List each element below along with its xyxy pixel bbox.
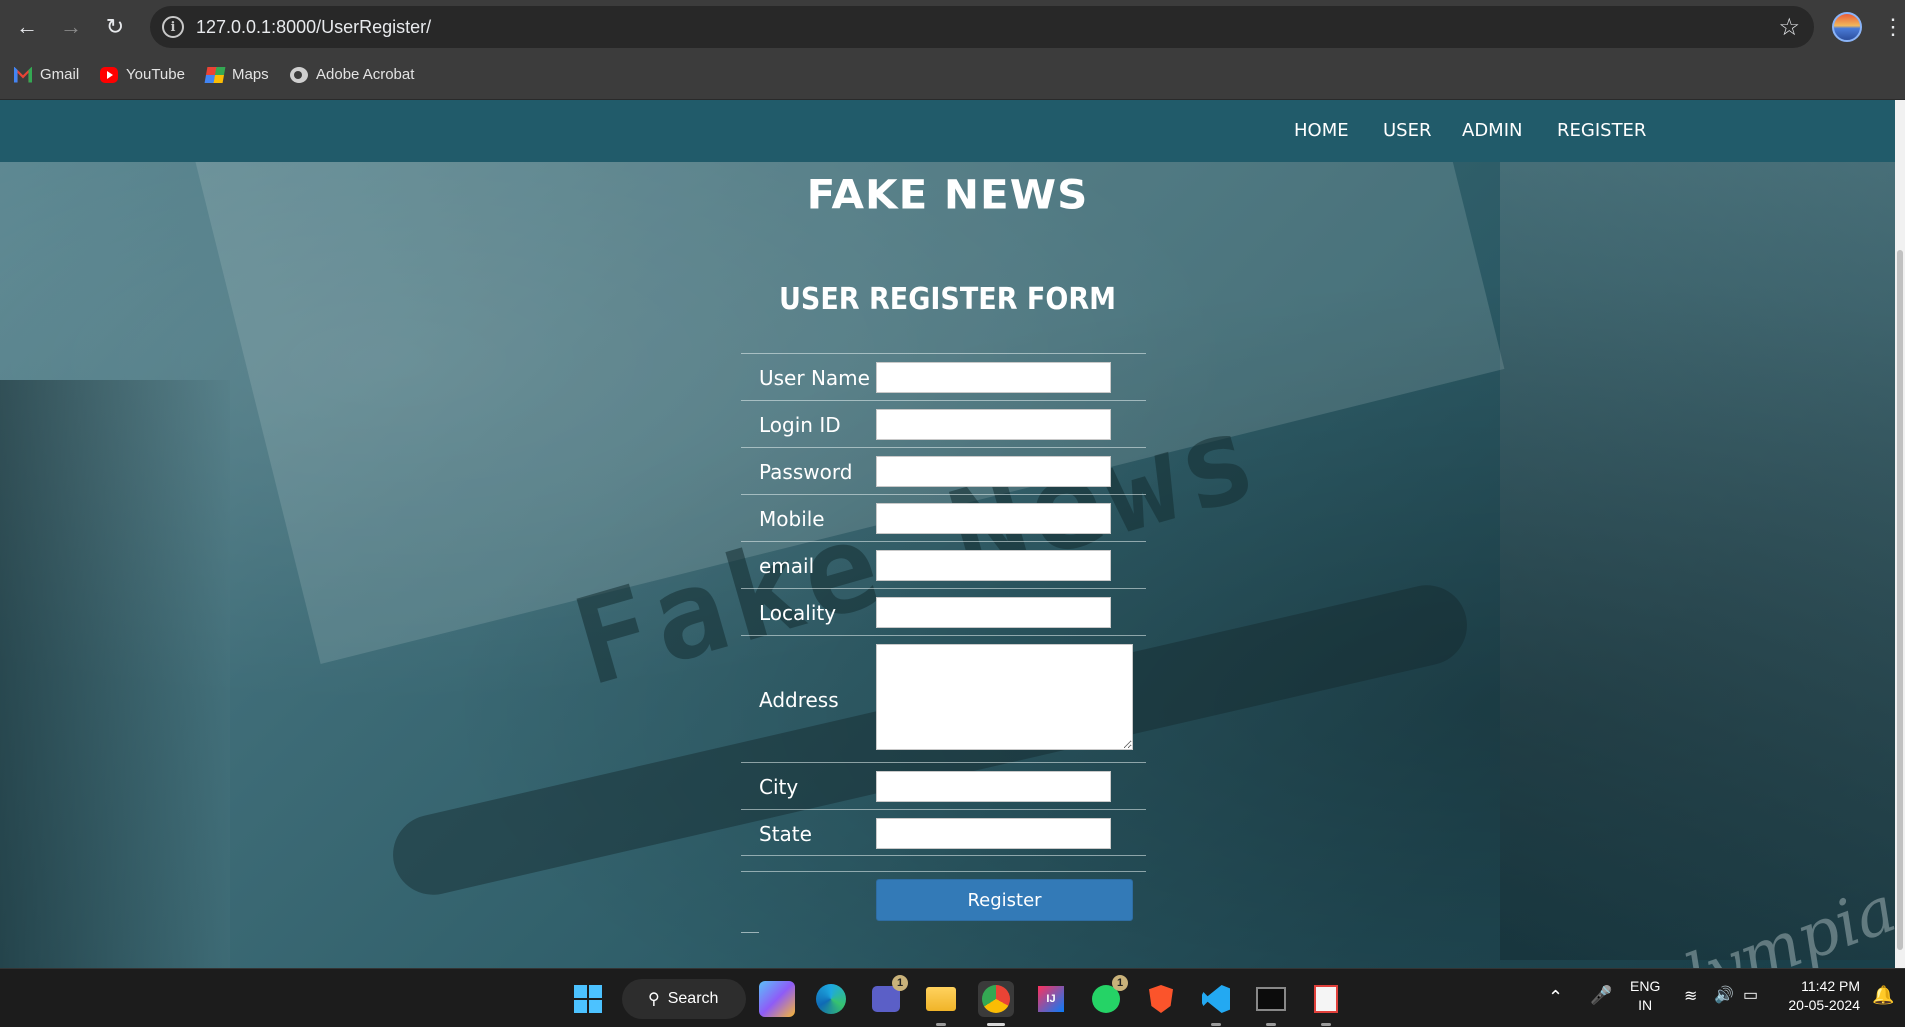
- form-row-mobile: Mobile: [741, 494, 1146, 541]
- user-name-label: User Name: [759, 366, 870, 390]
- chrome-icon[interactable]: [978, 981, 1014, 1026]
- bookmark-maps[interactable]: Maps: [204, 66, 269, 83]
- nav-home-link[interactable]: HOME: [1294, 120, 1349, 141]
- notification-bell-icon[interactable]: 🔔: [1872, 985, 1894, 1006]
- locality-label: Locality: [759, 601, 837, 625]
- bookmark-youtube[interactable]: YouTube: [100, 66, 185, 83]
- globe-icon: [290, 66, 308, 83]
- youtube-icon: [100, 66, 118, 83]
- windows-taskbar: ⚲ Search 1 IJ 1 ⌃ 🎤 ENG IN ≋ 🔊 ▭ 11:42 P…: [0, 968, 1905, 1027]
- search-label: Search: [667, 990, 719, 1007]
- form-row-address: Address: [741, 635, 1146, 762]
- mobile-input[interactable]: [876, 503, 1111, 534]
- bookmark-label: Gmail: [40, 66, 80, 83]
- windows-start-icon[interactable]: [570, 981, 606, 1017]
- time-label: 11:42 PM: [1801, 978, 1860, 994]
- language-label: ENG: [1630, 978, 1661, 994]
- snipping-tool-icon[interactable]: [1308, 981, 1344, 1026]
- state-input[interactable]: [876, 818, 1111, 849]
- chevron-up-icon[interactable]: ⌃: [1548, 987, 1563, 1008]
- email-label: email: [759, 554, 815, 578]
- form-row-state: State: [741, 809, 1146, 856]
- gmail-icon: [14, 66, 32, 83]
- wifi-icon[interactable]: ≋: [1684, 986, 1697, 1006]
- brave-icon[interactable]: [1143, 981, 1179, 1017]
- volume-icon[interactable]: 🔊: [1714, 985, 1734, 1005]
- bookmark-label: YouTube: [126, 66, 185, 83]
- form-row-password: Password: [741, 447, 1146, 494]
- language-indicator[interactable]: ENG IN: [1630, 977, 1660, 1015]
- file-explorer-icon[interactable]: [923, 981, 959, 1026]
- page-viewport: Fake News olympia HOME USER ADMIN REGIST…: [0, 100, 1895, 968]
- url-text[interactable]: 127.0.0.1:8000/UserRegister/: [196, 17, 431, 38]
- city-input[interactable]: [876, 771, 1111, 802]
- maps-icon: [204, 66, 226, 83]
- reload-icon[interactable]: ↻: [98, 10, 132, 44]
- bookmark-label: Maps: [232, 66, 269, 83]
- user-name-input[interactable]: [876, 362, 1111, 393]
- address-bar[interactable]: i 127.0.0.1:8000/UserRegister/ ☆: [150, 6, 1814, 48]
- form-row-user-name: User Name: [741, 353, 1146, 400]
- battery-icon[interactable]: ▭: [1743, 985, 1758, 1005]
- bookmark-adobe-acrobat[interactable]: Adobe Acrobat: [290, 66, 414, 83]
- copilot-icon[interactable]: [759, 981, 795, 1017]
- form-row-submit: Register: [741, 871, 1146, 933]
- login-id-label: Login ID: [759, 413, 841, 437]
- taskbar-search-button[interactable]: ⚲ Search: [622, 979, 746, 1019]
- form-title: USER REGISTER FORM: [778, 282, 1116, 317]
- browser-toolbar: ← → ↻ i 127.0.0.1:8000/UserRegister/ ☆ ⋮: [0, 0, 1905, 54]
- bookmark-star-icon[interactable]: ☆: [1778, 13, 1800, 42]
- edge-icon[interactable]: [813, 981, 849, 1017]
- teams-badge: 1: [892, 975, 908, 991]
- back-arrow-icon[interactable]: ←: [10, 10, 44, 44]
- microphone-icon[interactable]: 🎤: [1590, 985, 1612, 1006]
- profile-avatar[interactable]: [1832, 12, 1862, 42]
- password-label: Password: [759, 460, 853, 484]
- form-row-locality: Locality: [741, 588, 1146, 635]
- form-row-city: City: [741, 762, 1146, 809]
- whatsapp-icon[interactable]: 1: [1088, 975, 1128, 1017]
- site-title: FAKE NEWS: [806, 171, 1089, 218]
- form-row-email: email: [741, 541, 1146, 588]
- date-label: 20-05-2024: [1788, 997, 1860, 1013]
- register-button[interactable]: Register: [876, 879, 1133, 921]
- form-row-login-id: Login ID: [741, 400, 1146, 447]
- whatsapp-badge: 1: [1112, 975, 1128, 991]
- email-input[interactable]: [876, 550, 1111, 581]
- teams-icon[interactable]: 1: [868, 975, 908, 1017]
- address-label: Address: [759, 688, 839, 712]
- nav-register-link[interactable]: REGISTER: [1557, 120, 1646, 141]
- intellij-icon[interactable]: IJ: [1033, 981, 1069, 1017]
- search-icon: ⚲: [648, 991, 660, 1008]
- address-textarea[interactable]: [876, 644, 1133, 750]
- forward-arrow-icon[interactable]: →: [54, 10, 88, 44]
- password-input[interactable]: [876, 456, 1111, 487]
- bookmark-gmail[interactable]: Gmail: [14, 66, 79, 83]
- mobile-label: Mobile: [759, 507, 825, 531]
- vscode-icon[interactable]: [1198, 981, 1234, 1026]
- nav-user-link[interactable]: USER: [1383, 120, 1431, 141]
- bookmark-label: Adobe Acrobat: [316, 66, 415, 83]
- kebab-menu-icon[interactable]: ⋮: [1882, 12, 1904, 42]
- bookmarks-bar: Gmail YouTube Maps Adobe Acrobat: [0, 54, 1905, 100]
- city-label: City: [759, 775, 799, 799]
- terminal-icon[interactable]: [1253, 981, 1289, 1026]
- user-register-form: User Name Login ID Password Mobile email…: [741, 353, 1146, 933]
- locality-input[interactable]: [876, 597, 1111, 628]
- page-scrollbar[interactable]: [1895, 100, 1905, 968]
- region-label: IN: [1638, 997, 1653, 1013]
- divider: [741, 932, 759, 933]
- background-typewriter-left: [0, 380, 230, 968]
- scrollbar-thumb[interactable]: [1897, 250, 1903, 950]
- login-id-input[interactable]: [876, 409, 1111, 440]
- state-label: State: [759, 822, 812, 846]
- nav-admin-link[interactable]: ADMIN: [1462, 120, 1522, 141]
- clock[interactable]: 11:42 PM 20-05-2024: [1778, 977, 1860, 1015]
- site-info-icon[interactable]: i: [162, 16, 184, 38]
- background-typewriter-right: [1500, 160, 1895, 960]
- site-navbar: HOME USER ADMIN REGISTER: [0, 100, 1895, 162]
